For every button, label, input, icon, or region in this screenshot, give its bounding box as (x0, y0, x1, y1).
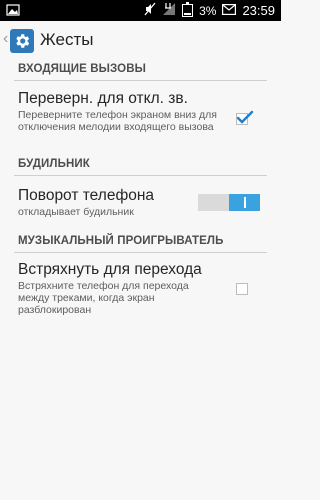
pref-title-rotate-phone: Поворот телефона (18, 187, 154, 204)
clock: 23:59 (242, 3, 275, 18)
action-bar: ‹ Жесты (0, 21, 281, 59)
pref-summary-shake-to-skip: Встряхните телефон для перехода между тр… (18, 280, 189, 316)
signal-icon (162, 2, 176, 19)
image-icon (6, 3, 20, 17)
pref-title-flip-to-mute: Переверн. для откл. зв. (18, 90, 188, 107)
battery-percent: 3% (199, 3, 217, 18)
pref-title-shake-to-skip: Встряхнуть для перехода (18, 261, 202, 278)
section-header-alarm: БУДИЛЬНИК (18, 158, 90, 170)
rotate-phone-switch[interactable] (198, 194, 260, 211)
settings-gear-icon[interactable] (10, 29, 34, 53)
status-bar: 3% 23:59 (0, 0, 281, 21)
switch-thumb (229, 194, 260, 211)
pref-summary-flip-to-mute: Переверните телефон экраном вниз для отк… (18, 109, 217, 133)
battery-icon (182, 2, 194, 17)
section-header-music-player: МУЗЫКАЛЬНЫЙ ПРОИГРЫВАТЕЛЬ (18, 235, 224, 247)
section-header-incoming-calls: ВХОДЯЩИЕ ВЫЗОВЫ (18, 63, 146, 75)
shake-to-skip-checkbox[interactable] (236, 283, 248, 295)
email-icon (222, 3, 237, 18)
page-title: Жесты (40, 30, 94, 49)
section-divider (14, 175, 267, 176)
pref-summary-rotate-phone: откладывает будильник (18, 206, 134, 218)
section-divider (14, 252, 267, 253)
flip-to-mute-checkbox[interactable] (236, 110, 254, 125)
check-icon (236, 110, 254, 124)
mute-icon (144, 2, 156, 19)
section-divider (14, 80, 267, 81)
